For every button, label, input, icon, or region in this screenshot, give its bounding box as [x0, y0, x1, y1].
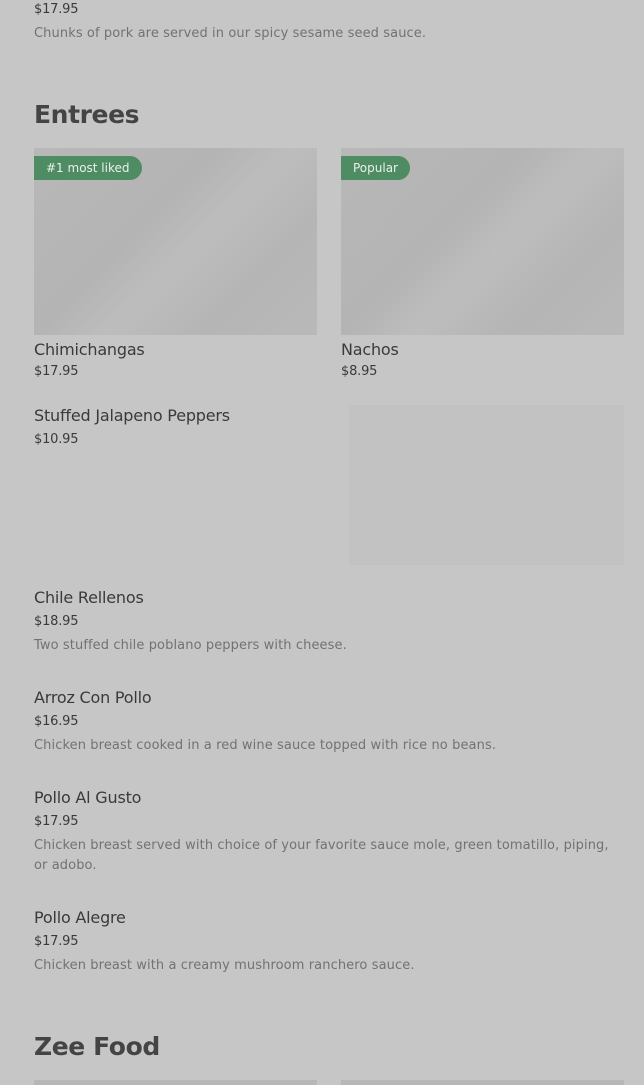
- item-description: Two stuffed chile poblano peppers with c…: [34, 638, 347, 653]
- popular-badge: Popular: [341, 156, 410, 180]
- item-name[interactable]: Chile Rellenos: [34, 588, 144, 607]
- item-price: $10.95: [34, 432, 79, 447]
- item-price: $8.95: [341, 364, 378, 379]
- item-price: $17.95: [34, 364, 79, 379]
- item-price: $17.95: [34, 814, 79, 829]
- item-price: $17.95: [34, 934, 79, 949]
- item-name[interactable]: Pollo Al Gusto: [34, 788, 141, 807]
- item-name[interactable]: Chimichangas: [34, 340, 145, 359]
- item-name[interactable]: Nachos: [341, 340, 399, 359]
- featured-card-image[interactable]: [341, 1080, 624, 1085]
- item-description: Chunks of pork are served in our spicy s…: [34, 26, 427, 41]
- item-thumbnail[interactable]: [349, 405, 624, 565]
- section-title-entrees: Entrees: [34, 100, 140, 129]
- item-name[interactable]: Pollo Alegre: [34, 908, 126, 927]
- item-price: $17.95: [34, 2, 79, 17]
- item-name[interactable]: Stuffed Jalapeno Peppers: [34, 406, 230, 425]
- item-image[interactable]: Popular: [341, 148, 624, 335]
- item-price: $18.95: [34, 614, 79, 629]
- item-price: $16.95: [34, 714, 79, 729]
- menu-page: $17.95 Chunks of pork are served in our …: [0, 0, 644, 1085]
- item-description: Chicken breast with a creamy mushroom ra…: [34, 958, 415, 973]
- item-description: Chicken breast served with choice of you…: [34, 838, 609, 873]
- featured-card-image[interactable]: [34, 1080, 317, 1085]
- item-description: Chicken breast cooked in a red wine sauc…: [34, 738, 497, 753]
- section-title-zee-food: Zee Food: [34, 1032, 160, 1061]
- item-name[interactable]: Arroz Con Pollo: [34, 688, 152, 707]
- most-liked-badge: #1 most liked: [34, 156, 142, 180]
- item-image[interactable]: #1 most liked: [34, 148, 317, 335]
